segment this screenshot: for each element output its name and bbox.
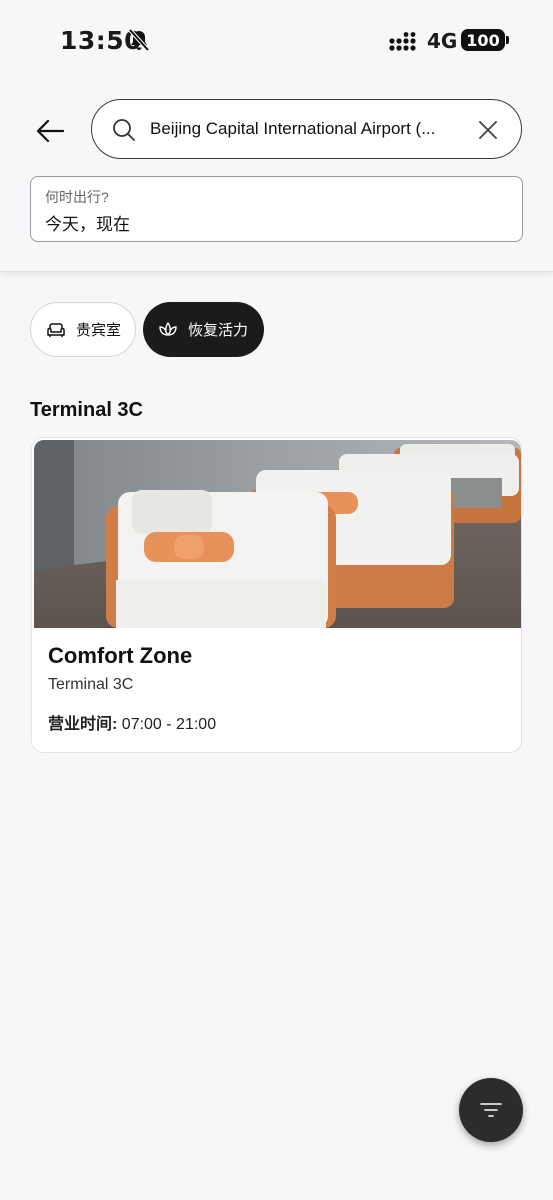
chip-lounge-label: 贵宾室: [76, 322, 122, 339]
card-hours: 营业时间: 07:00 - 21:00: [48, 710, 216, 734]
battery-indicator: 100: [461, 29, 509, 51]
card-terminal: Terminal 3C: [48, 676, 134, 693]
date-value: 今天，现在: [45, 215, 130, 234]
lounge-card[interactable]: Comfort Zone Terminal 3C 营业时间: 07:00 - 2…: [31, 437, 522, 753]
sofa-icon: [47, 322, 65, 337]
hours-label: 营业时间:: [48, 716, 118, 733]
search-value: Beijing Capital International Airport (.…: [150, 119, 436, 138]
network-type: 4G: [427, 29, 458, 53]
search-input[interactable]: Beijing Capital International Airport (.…: [91, 99, 522, 159]
hours-value: 07:00 - 21:00: [117, 716, 217, 733]
back-button[interactable]: [32, 113, 68, 149]
status-bar: 13:50 4G 100: [0, 0, 553, 80]
lounge-photo: [34, 440, 521, 628]
chip-wellness[interactable]: 恢复活力: [143, 302, 264, 357]
signal-icon: [389, 32, 416, 51]
filter-icon: [480, 1103, 502, 1117]
filter-button[interactable]: [459, 1078, 523, 1142]
search-icon: [113, 119, 135, 141]
date-label: 何时出行?: [45, 189, 109, 205]
close-icon[interactable]: [475, 117, 501, 143]
date-field[interactable]: 何时出行? 今天，现在: [30, 176, 523, 242]
chip-lounge[interactable]: 贵宾室: [30, 302, 136, 357]
arrow-left-icon: [36, 119, 65, 143]
lotus-icon: [159, 321, 177, 336]
section-title: Terminal 3C: [30, 399, 143, 421]
card-title: Comfort Zone: [48, 643, 193, 668]
chip-wellness-label: 恢复活力: [188, 322, 249, 339]
bell-muted-icon: [128, 28, 150, 52]
search-header: Beijing Capital International Airport (.…: [0, 80, 553, 272]
